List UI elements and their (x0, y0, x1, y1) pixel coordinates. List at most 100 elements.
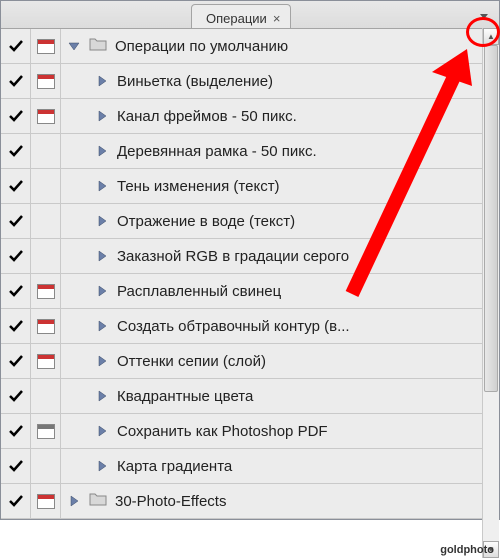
toggle-enabled-checkbox[interactable] (1, 239, 31, 273)
toggle-enabled-checkbox[interactable] (1, 99, 31, 133)
disclosure-right-icon[interactable] (95, 75, 109, 87)
toggle-dialog-checkbox[interactable] (31, 204, 61, 238)
action-row[interactable]: Заказной RGB в градации серого (1, 239, 499, 274)
action-row[interactable]: Деревянная рамка - 50 пикс. (1, 134, 499, 169)
disclosure-right-icon[interactable] (95, 285, 109, 297)
toggle-dialog-checkbox[interactable] (31, 344, 61, 378)
toggle-enabled-checkbox[interactable] (1, 414, 31, 448)
row-main: Операции по умолчанию (61, 37, 499, 55)
action-label: Создать обтравочный контур (в... (117, 318, 350, 335)
toggle-dialog-checkbox[interactable] (31, 274, 61, 308)
action-row[interactable]: Канал фреймов - 50 пикс. (1, 99, 499, 134)
toggle-dialog-checkbox[interactable] (31, 99, 61, 133)
action-row[interactable]: Расплавленный свинец (1, 274, 499, 309)
action-row[interactable]: Карта градиента (1, 449, 499, 484)
action-row[interactable]: Виньетка (выделение) (1, 64, 499, 99)
action-label: Операции по умолчанию (115, 38, 288, 55)
toggle-dialog-checkbox[interactable] (31, 64, 61, 98)
dialog-icon (37, 39, 55, 54)
toggle-dialog-checkbox[interactable] (31, 134, 61, 168)
toggle-enabled-checkbox[interactable] (1, 274, 31, 308)
toggle-enabled-checkbox[interactable] (1, 449, 31, 483)
action-row[interactable]: Квадрантные цвета (1, 379, 499, 414)
toggle-enabled-checkbox[interactable] (1, 204, 31, 238)
action-row[interactable]: Оттенки сепии (слой) (1, 344, 499, 379)
toggle-enabled-checkbox[interactable] (1, 64, 31, 98)
disclosure-down-icon[interactable] (67, 40, 81, 52)
action-label: 30-Photo-Effects (115, 493, 226, 510)
row-main: Квадрантные цвета (61, 388, 499, 405)
disclosure-right-icon[interactable] (95, 180, 109, 192)
toggle-dialog-checkbox[interactable] (31, 379, 61, 413)
action-label: Расплавленный свинец (117, 283, 281, 300)
row-main: Заказной RGB в градации серого (61, 248, 499, 265)
toggle-dialog-checkbox[interactable] (31, 484, 61, 518)
action-label: Тень изменения (текст) (117, 178, 280, 195)
action-row[interactable]: 30-Photo-Effects (1, 484, 499, 519)
row-main: 30-Photo-Effects (61, 492, 499, 510)
toggle-dialog-checkbox[interactable] (31, 239, 61, 273)
folder-icon (89, 492, 107, 510)
action-label: Квадрантные цвета (117, 388, 253, 405)
dialog-icon (37, 494, 55, 509)
panel-menu-button[interactable] (475, 7, 493, 25)
scrollbar[interactable]: ▲ ▼ (482, 28, 499, 558)
action-row[interactable]: Операции по умолчанию (1, 29, 499, 64)
toggle-dialog-checkbox[interactable] (31, 309, 61, 343)
dialog-icon (37, 74, 55, 89)
row-main: Тень изменения (текст) (61, 178, 499, 195)
toggle-dialog-checkbox[interactable] (31, 29, 61, 63)
tab-label: Операции (206, 11, 267, 26)
scroll-track[interactable] (483, 45, 499, 541)
row-main: Деревянная рамка - 50 пикс. (61, 143, 499, 160)
action-label: Заказной RGB в градации серого (117, 248, 349, 265)
tab-bar: Операции × (1, 1, 499, 29)
toggle-enabled-checkbox[interactable] (1, 379, 31, 413)
disclosure-right-icon[interactable] (95, 110, 109, 122)
tab-actions[interactable]: Операции × (191, 4, 291, 28)
actions-list: Операции по умолчанию Виньетка (выделение… (1, 29, 499, 519)
toggle-enabled-checkbox[interactable] (1, 134, 31, 168)
scroll-thumb[interactable] (484, 45, 498, 392)
disclosure-right-icon[interactable] (95, 460, 109, 472)
toggle-dialog-checkbox[interactable] (31, 414, 61, 448)
toggle-enabled-checkbox[interactable] (1, 309, 31, 343)
toggle-dialog-checkbox[interactable] (31, 169, 61, 203)
dialog-icon (37, 109, 55, 124)
action-row[interactable]: Тень изменения (текст) (1, 169, 499, 204)
toggle-enabled-checkbox[interactable] (1, 484, 31, 518)
watermark: goldphoto (440, 544, 494, 556)
toggle-enabled-checkbox[interactable] (1, 169, 31, 203)
row-main: Расплавленный свинец (61, 283, 499, 300)
disclosure-right-icon[interactable] (95, 145, 109, 157)
dialog-icon (37, 354, 55, 369)
scroll-up-button[interactable]: ▲ (483, 28, 499, 45)
action-label: Оттенки сепии (слой) (117, 353, 266, 370)
toggle-enabled-checkbox[interactable] (1, 29, 31, 63)
action-label: Деревянная рамка - 50 пикс. (117, 143, 317, 160)
row-main: Сохранить как Photoshop PDF (61, 423, 499, 440)
action-label: Отражение в воде (текст) (117, 213, 295, 230)
disclosure-right-icon[interactable] (95, 320, 109, 332)
disclosure-right-icon[interactable] (95, 355, 109, 367)
row-main: Создать обтравочный контур (в... (61, 318, 499, 335)
disclosure-right-icon[interactable] (67, 495, 81, 507)
row-main: Оттенки сепии (слой) (61, 353, 499, 370)
toggle-dialog-checkbox[interactable] (31, 449, 61, 483)
dialog-icon (37, 424, 55, 439)
action-label: Сохранить как Photoshop PDF (117, 423, 328, 440)
disclosure-right-icon[interactable] (95, 390, 109, 402)
close-icon[interactable]: × (273, 11, 281, 26)
disclosure-right-icon[interactable] (95, 425, 109, 437)
action-label: Виньетка (выделение) (117, 73, 273, 90)
action-row[interactable]: Создать обтравочный контур (в... (1, 309, 499, 344)
dialog-icon (37, 284, 55, 299)
toggle-enabled-checkbox[interactable] (1, 344, 31, 378)
action-label: Канал фреймов - 50 пикс. (117, 108, 297, 125)
action-row[interactable]: Отражение в воде (текст) (1, 204, 499, 239)
action-row[interactable]: Сохранить как Photoshop PDF (1, 414, 499, 449)
row-main: Отражение в воде (текст) (61, 213, 499, 230)
disclosure-right-icon[interactable] (95, 250, 109, 262)
disclosure-right-icon[interactable] (95, 215, 109, 227)
dialog-icon (37, 319, 55, 334)
